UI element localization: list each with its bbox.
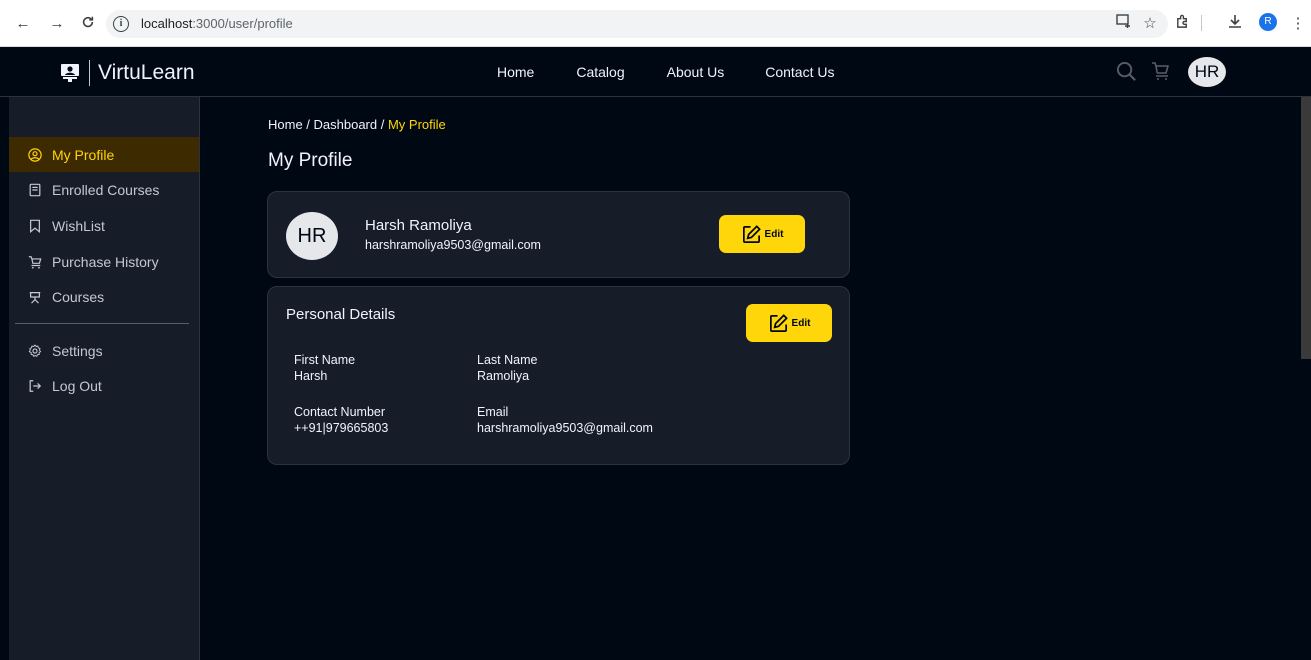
brand-name: VirtuLearn bbox=[98, 61, 195, 84]
breadcrumb-path[interactable]: Home / Dashboard / bbox=[268, 117, 388, 132]
sidebar-item-purchase-history[interactable]: Purchase History bbox=[9, 244, 199, 279]
edit-label: Edit bbox=[791, 317, 811, 329]
first-name-label: First Name bbox=[294, 353, 356, 367]
edit-icon bbox=[742, 224, 761, 243]
section-title: Personal Details bbox=[286, 306, 396, 323]
browser-profile-avatar[interactable]: R bbox=[1259, 13, 1277, 31]
edit-details-button[interactable]: Edit bbox=[746, 304, 832, 342]
last-name-field: Last Name Ramoliya bbox=[477, 353, 537, 383]
bookmark-icon bbox=[30, 219, 40, 233]
logo-divider bbox=[89, 60, 90, 86]
profile-avatar: HR bbox=[286, 212, 338, 260]
forward-icon[interactable]: → bbox=[48, 15, 66, 33]
gear-icon bbox=[28, 343, 42, 357]
edit-icon bbox=[769, 313, 788, 332]
page-scrollbar[interactable] bbox=[1299, 97, 1311, 660]
download-icon[interactable] bbox=[1225, 14, 1245, 33]
sidebar-item-label: Settings bbox=[52, 342, 103, 359]
first-name-field: First Name Harsh bbox=[294, 353, 355, 383]
dashboard-sidebar: My Profile Enrolled Courses WishList Pur… bbox=[9, 97, 200, 660]
sidebar-item-my-profile[interactable]: My Profile bbox=[9, 137, 199, 172]
sidebar-item-label: My Profile bbox=[52, 146, 115, 163]
email-field: Email harshramoliya9503@gmail.com bbox=[477, 405, 653, 435]
sidebar-item-label: Courses bbox=[52, 288, 105, 305]
sidebar-item-enrolled-courses[interactable]: Enrolled Courses bbox=[9, 172, 199, 207]
edit-label: Edit bbox=[764, 228, 784, 240]
breadcrumb-current: My Profile bbox=[387, 117, 446, 132]
cart-icon[interactable] bbox=[1151, 61, 1170, 86]
scrollbar-thumb[interactable] bbox=[1301, 97, 1311, 359]
contact-number-field: Contact Number ++91|979665803 bbox=[294, 405, 388, 435]
sidebar-item-label: Log Out bbox=[52, 377, 102, 394]
breadcrumb: Home / Dashboard / My Profile bbox=[268, 117, 446, 132]
url-text[interactable]: localhost:3000/user/profile bbox=[141, 16, 293, 31]
extensions-icon[interactable] bbox=[1172, 14, 1192, 33]
nav-link-catalog[interactable]: Catalog bbox=[576, 64, 624, 80]
reload-icon[interactable] bbox=[79, 15, 97, 33]
back-icon[interactable]: ← bbox=[14, 15, 32, 33]
email-label: Email bbox=[477, 405, 509, 419]
sidebar-item-label: WishList bbox=[52, 217, 105, 234]
sidebar-item-label: Purchase History bbox=[52, 253, 159, 270]
user-circle-icon bbox=[28, 147, 42, 162]
profile-email: harshramoliya9503@gmail.com bbox=[365, 238, 541, 252]
toolbar-divider bbox=[1201, 15, 1202, 31]
nav-links: Home Catalog About Us Contact Us bbox=[497, 64, 876, 80]
email-value: harshramoliya9503@gmail.com bbox=[477, 421, 653, 435]
contact-number-label: Contact Number bbox=[294, 405, 386, 419]
last-name-label: Last Name bbox=[477, 353, 538, 367]
contact-number-value: ++91|979665803 bbox=[294, 421, 389, 435]
menu-dots-icon[interactable]: ⋮ bbox=[1288, 14, 1308, 32]
brand-logo[interactable]: VirtuLearn bbox=[60, 60, 195, 86]
notebook-icon bbox=[29, 183, 41, 196]
personal-details-card: Personal Details Edit First Name Harsh L… bbox=[267, 286, 850, 465]
profile-summary-card: HR Harsh Ramoliya harshramoliya9503@gmai… bbox=[267, 191, 850, 278]
user-avatar[interactable]: HR bbox=[1188, 57, 1226, 87]
profile-name: Harsh Ramoliya bbox=[365, 217, 472, 234]
nav-link-home[interactable]: Home bbox=[497, 64, 534, 80]
cart-icon bbox=[28, 255, 42, 269]
sidebar-item-logout[interactable]: Log Out bbox=[9, 368, 199, 403]
nav-link-about[interactable]: About Us bbox=[667, 64, 725, 80]
courses-icon bbox=[29, 291, 41, 304]
site-info-icon[interactable]: i bbox=[113, 16, 129, 32]
edit-profile-button[interactable]: Edit bbox=[719, 215, 805, 253]
first-name-value: Harsh bbox=[294, 369, 328, 383]
sidebar-item-courses[interactable]: Courses bbox=[9, 279, 199, 314]
logout-icon bbox=[29, 379, 42, 392]
sidebar-item-settings[interactable]: Settings bbox=[9, 333, 199, 368]
bookmark-star-icon[interactable]: ☆ bbox=[1140, 14, 1160, 32]
search-icon[interactable] bbox=[1116, 61, 1137, 87]
sidebar-item-wishlist[interactable]: WishList bbox=[9, 208, 199, 243]
page-title: My Profile bbox=[268, 150, 353, 171]
top-navbar: VirtuLearn Home Catalog About Us Contact… bbox=[0, 47, 1311, 97]
address-bar[interactable]: i localhost:3000/user/profile bbox=[106, 10, 1168, 38]
last-name-value: Ramoliya bbox=[477, 369, 530, 383]
browser-toolbar: ← → i localhost:3000/user/profile ☆ R ⋮ bbox=[0, 0, 1311, 47]
logo-icon bbox=[61, 64, 79, 82]
nav-link-contact[interactable]: Contact Us bbox=[765, 64, 834, 80]
sidebar-item-label: Enrolled Courses bbox=[52, 181, 160, 198]
cast-icon[interactable] bbox=[1113, 14, 1133, 32]
sidebar-divider bbox=[15, 323, 189, 324]
